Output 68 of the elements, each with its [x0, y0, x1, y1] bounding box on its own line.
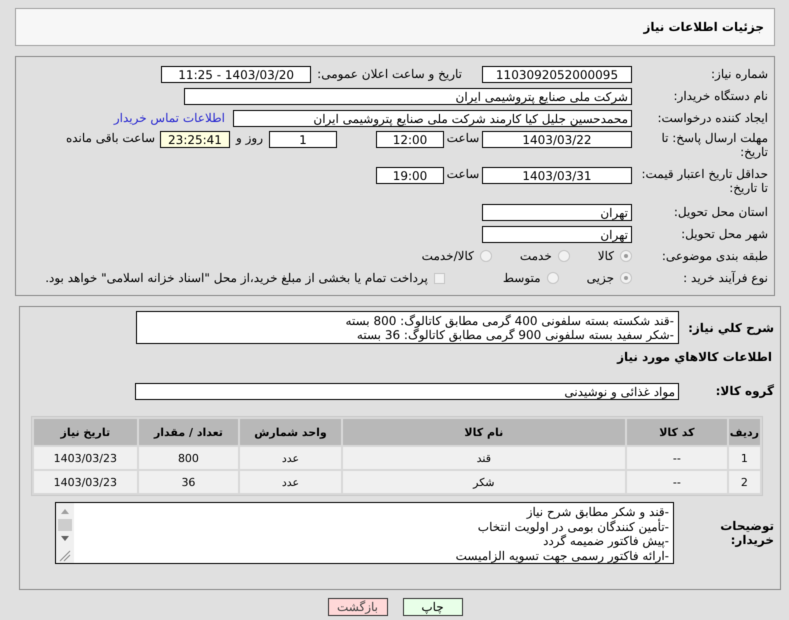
column-header: واحد شمارش — [240, 419, 341, 445]
field-label: استان محل تحویل: — [672, 205, 768, 219]
table-cell: شکر — [342, 471, 625, 493]
field-label: مهلت ارسال پاسخ: تا تاریخ: — [660, 131, 768, 159]
announce-date-field: 1403/03/20 - 11:25 — [161, 66, 312, 82]
table-cell: قند — [342, 447, 625, 469]
days-field: 1 — [269, 131, 337, 148]
column-header: کد کالا — [626, 419, 727, 445]
back-button[interactable]: بازگشت — [328, 598, 388, 616]
column-header: نام کالا — [342, 419, 625, 445]
option-label: جزیی — [586, 271, 614, 285]
table-cell: 800 — [138, 447, 238, 469]
remaining-label: ساعت باقی مانده — [66, 131, 155, 145]
field-label: حداقل تاریخ اعتبار قیمت: تا تاریخ: — [640, 167, 768, 195]
column-header: تاریخ نیاز — [34, 419, 137, 445]
option-label: کالا — [598, 249, 614, 263]
radio-button[interactable] — [620, 250, 632, 262]
requester-field: محمدحسین جلیل کیا کارمند شرکت ملی صنایع پتروشیمی ایران — [233, 110, 632, 126]
notes-textarea[interactable]: -قند و شکر مطابق شرح نیاز -تأمین کنندگان بومی در اولویت انتخاب -پیش فاکتور ضمیمه گردد -ارائه فاکتور رسمی جهت تسویه الزامیست — [55, 502, 674, 564]
field-label: نام دستگاه خریدار: — [672, 89, 768, 103]
table-cell: 1403/03/23 — [34, 447, 137, 469]
time-label: ساعت — [446, 131, 480, 145]
table-cell: -- — [626, 447, 727, 469]
radio-button[interactable] — [558, 250, 570, 262]
field-label: شهر محل تحویل: — [680, 227, 768, 241]
deadline-date-field: 1403/03/22 — [482, 131, 632, 148]
field-label: شرح کلي نیاز: — [687, 320, 774, 334]
column-header: ردیف — [728, 419, 760, 445]
treasury-note: پرداخت تمام یا بخشی از مبلغ خرید،از محل "اسناد خزانه اسلامی" خواهد بود. — [45, 271, 428, 285]
field-label: ایجاد کننده درخواست: — [656, 111, 768, 125]
buyer-field: شرکت ملی صنایع پتروشیمی ایران — [184, 88, 632, 104]
option-label: متوسط — [502, 271, 541, 285]
time-label: ساعت — [446, 167, 480, 181]
table-cell: 2 — [728, 471, 760, 493]
need-number-field: 1103092052000095 — [482, 66, 632, 82]
field-label: گروه کالا: — [714, 384, 774, 398]
remaining-time-field: 23:25:41 — [160, 131, 230, 148]
validity-time-field: 19:00 — [376, 167, 444, 184]
field-label: نوع فرآیند خرید : — [682, 271, 768, 285]
radio-button[interactable] — [620, 272, 632, 284]
table-cell: 36 — [138, 471, 238, 493]
field-label: توضیحات خریدار: — [719, 519, 774, 547]
page-title: جزئیات اطلاعات نیاز — [643, 20, 764, 34]
description-textarea[interactable]: -قند شکسته بسته سلفونی 400 گرمی مطابق کاتالوگ: 800 بسته -شکر سفید بسته سلفونی 900 گرمی مطابق کاتالوگ: 36 بسته — [136, 311, 679, 344]
checkbox[interactable] — [434, 272, 445, 284]
validity-date-field: 1403/03/31 — [482, 167, 632, 184]
field-label: طبقه بندی موضوعی: — [660, 249, 768, 263]
option-label: خدمت — [520, 249, 552, 263]
table-cell: عدد — [240, 471, 341, 493]
radio-button[interactable] — [546, 272, 559, 284]
days-label: روز و — [236, 131, 263, 145]
table-cell: -- — [626, 471, 727, 493]
radio-button[interactable] — [480, 250, 492, 262]
section-heading: اطلاعات کالاهاي مورد نیاز — [616, 350, 773, 364]
goods-group-field: مواد غذائی و نوشیدنی — [135, 382, 679, 400]
print-button[interactable]: چاپ — [402, 598, 462, 616]
city-field: تهران — [482, 226, 632, 242]
field-label: شماره نیاز: — [710, 67, 768, 81]
field-label: تاریخ و ساعت اعلان عمومی: — [317, 67, 462, 81]
table-cell: 1403/03/23 — [34, 471, 137, 493]
table-cell: عدد — [240, 447, 341, 469]
scrollbar-drawing[interactable] — [56, 503, 74, 563]
option-label: کالا/خدمت — [422, 249, 474, 263]
column-header: تعداد / مقدار — [138, 419, 238, 445]
table-cell: 1 — [728, 447, 760, 469]
contact-link[interactable]: اطلاعات تماس خریدار — [114, 111, 225, 125]
province-field: تهران — [482, 204, 632, 220]
deadline-time-field: 12:00 — [376, 131, 444, 148]
